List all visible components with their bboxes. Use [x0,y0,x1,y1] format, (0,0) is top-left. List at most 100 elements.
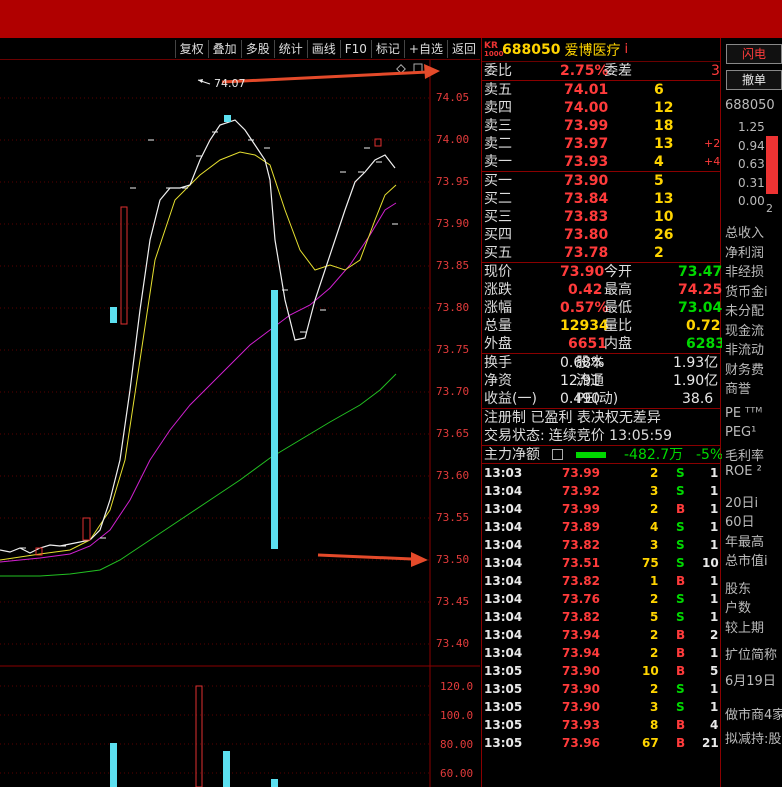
tick-row[interactable]: 13:04 73.82 3 S 1 [482,536,720,554]
bid-row[interactable]: 买二 73.84 13 [482,190,720,208]
tick-row[interactable]: 13:04 73.76 2 S 1 [482,590,720,608]
side-item[interactable]: 做市商4家 [725,704,782,723]
tick-row[interactable]: 13:05 73.96 67 B 21 [482,734,720,752]
side-item[interactable]: 非流动 [725,339,764,358]
toolbar-button[interactable]: 标记 [370,39,404,58]
bid-volume: 2 [654,245,664,261]
stat2-row[interactable]: 换手 0.68% 股本 1.93亿 [482,354,720,372]
tick-row[interactable]: 13:05 73.90 10 B 5 [482,662,720,680]
tick-row[interactable]: 13:03 73.99 2 S 1 [482,464,720,482]
bid-row[interactable]: 买五 73.78 2 [482,244,720,262]
tick-count: 1 [710,538,719,552]
tick-direction: S [676,538,685,552]
ask-row[interactable]: 卖一 73.93 4 +4 [482,153,720,171]
tick-time: 13:04 [484,538,523,552]
stat-label: 涨跌 [484,282,512,298]
side-item[interactable]: 20日i [725,492,758,511]
tick-volume: 75 [642,556,659,570]
tick-row[interactable]: 13:04 73.89 4 S 1 [482,518,720,536]
side-item[interactable]: ROE ² [725,464,762,479]
stat-row[interactable]: 外盘 6651 内盘 6283 [482,335,725,353]
tick-count: 10 [702,556,719,570]
toolbar-button[interactable]: 画线 [306,39,340,58]
cancel-order-button[interactable]: 撤单 [726,70,782,90]
stat2-row[interactable]: 收益(一) 0.490 PE(动) 38.6 [482,390,720,408]
bid-book: 买一 73.90 5 买二 73.84 13 买三 73.83 10 买四 73.80 26 买五 73.… [482,171,720,262]
tick-row[interactable]: 13:04 73.99 2 B 1 [482,500,720,518]
side-item[interactable]: PEG¹ [725,425,756,440]
tick-row[interactable]: 13:04 73.92 3 S 1 [482,482,720,500]
side-item[interactable]: 毛利率 [725,445,764,464]
main-flow-row[interactable]: 主力净额 -482.7万 -5% [482,445,723,463]
bid-row[interactable]: 买三 73.83 10 [482,208,720,226]
tick-row[interactable]: 13:04 73.82 1 B 1 [482,572,720,590]
price-axis-label: 73.95 [436,175,470,188]
toolbar-button[interactable]: F10 [339,39,371,58]
side-item[interactable]: 拟减持:股 [725,728,781,747]
side-code: 688050 [725,98,775,113]
toolbar-button[interactable]: 叠加 [207,39,241,58]
stat-row[interactable]: 现价 73.90 今开 73.47 [482,263,722,281]
tick-row[interactable]: 13:05 73.90 2 S 1 [482,680,720,698]
side-item[interactable]: 总收入 [725,222,764,241]
toolbar-button[interactable]: +自选 [403,39,447,58]
side-item[interactable]: 非经损 [725,261,764,280]
side-item[interactable]: 较上期 [725,617,764,636]
list-icon[interactable] [552,449,563,460]
tick-count: 1 [710,682,719,696]
stat-row[interactable]: 涨幅 0.57% 最低 73.04 [482,299,722,317]
side-item[interactable]: PE ᵀᵀᴹ [725,406,762,421]
tick-row[interactable]: 13:05 73.90 3 S 1 [482,698,720,716]
ask-row[interactable]: 卖四 74.00 12 [482,99,720,117]
bid-row[interactable]: 买四 73.80 26 [482,226,720,244]
info-icon[interactable]: i [624,42,628,57]
tick-row[interactable]: 13:04 73.51 75 S 10 [482,554,720,572]
side-item[interactable]: 总市值i [725,550,768,569]
stat-row[interactable]: 涨跌 0.42 最高 74.25 [482,281,722,299]
chart-toolbar: 复权 叠加 多股 统计 画线 F10 标记 +自选 返回 [0,38,480,60]
tick-price: 73.90 [562,682,600,696]
price-axis-label: 73.75 [436,343,470,356]
side-item[interactable]: 净利润 [725,242,764,261]
toolbar-button[interactable]: 统计 [273,39,307,58]
side-item[interactable]: 现金流 [725,320,764,339]
tick-time: 13:04 [484,484,523,498]
flash-order-button[interactable]: 闪电 [726,44,782,64]
side-item[interactable]: 60日 [725,511,755,530]
stat2-row[interactable]: 净资 12.91 流通 1.90亿 [482,372,720,390]
tick-time: 13:03 [484,466,523,480]
toolbar-button[interactable]: 多股 [240,39,274,58]
ask-change: +2 [704,137,721,150]
toolbar-button[interactable]: 复权 [174,39,208,58]
side-item[interactable]: 财务费 [725,359,764,378]
stat-value: 0.72 [686,318,721,334]
stat-row[interactable]: 总量 12934 量比 0.72 [482,317,721,335]
side-item[interactable]: 年最高 [725,531,764,550]
bid-label: 买五 [484,245,512,261]
side-item[interactable]: 户数 [725,597,751,616]
trade-state-value: 连续竞价 13:05:59 [548,428,673,444]
toolbar-button[interactable]: 返回 [446,39,480,58]
bid-row[interactable]: 买一 73.90 5 [482,172,720,190]
side-item[interactable]: 商誉 [725,378,751,397]
intraday-chart[interactable]: 74.05 74.00 73.95 73.90 73.85 73.80 73.75 73.70… [0,60,480,787]
tick-price: 73.76 [562,592,600,606]
tick-row[interactable]: 13:04 73.94 2 B 1 [482,644,720,662]
side-item[interactable]: 股东 [725,578,751,597]
tick-row[interactable]: 13:04 73.94 2 B 2 [482,626,720,644]
tick-count: 1 [710,610,719,624]
side-item[interactable]: 货币金i [725,281,768,300]
side-item[interactable]: 扩位简称 [725,644,777,663]
tick-time: 13:04 [484,610,523,624]
ask-row[interactable]: 卖五 74.01 6 [482,81,720,99]
side-item[interactable]: 6月19日 [725,670,776,689]
tick-time: 13:05 [484,700,523,714]
candle-box [82,517,91,541]
ask-row[interactable]: 卖二 73.97 13 +2 [482,135,720,153]
tick-row[interactable]: 13:04 73.82 5 S 1 [482,608,720,626]
ask-row[interactable]: 卖三 73.99 18 [482,117,720,135]
tick-row[interactable]: 13:05 73.93 8 B 4 [482,716,720,734]
price-axis-label: 73.55 [436,511,470,524]
tick-list[interactable]: 13:03 73.99 2 S 1 13:04 73.92 3 S 1 13:04 73.99 2 B 1 1… [482,463,720,752]
side-item[interactable]: 未分配 [725,300,764,319]
